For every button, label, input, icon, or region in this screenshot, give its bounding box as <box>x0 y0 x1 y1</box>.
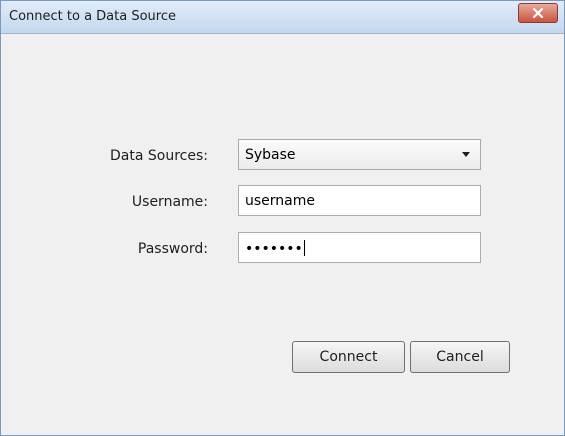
close-button[interactable] <box>518 3 558 23</box>
cancel-button[interactable]: Cancel <box>410 341 510 373</box>
username-input[interactable]: username <box>238 185 481 216</box>
password-label: Password: <box>137 241 208 257</box>
data-sources-value: Sybase <box>245 147 296 163</box>
chevron-down-icon <box>462 152 470 157</box>
password-input[interactable]: ••••••• <box>238 232 481 263</box>
connect-button[interactable]: Connect <box>292 341 405 373</box>
connect-button-label: Connect <box>319 349 378 365</box>
window-title: Connect to a Data Source <box>9 9 176 24</box>
data-sources-label: Data Sources: <box>110 148 208 164</box>
data-sources-select[interactable]: Sybase <box>238 139 481 170</box>
dialog-content: Data Sources: Sybase Username: username … <box>1 34 564 435</box>
password-value: ••••••• <box>245 241 303 257</box>
text-caret <box>303 240 305 256</box>
cancel-button-label: Cancel <box>436 349 484 365</box>
username-value: username <box>245 193 315 209</box>
title-bar: Connect to a Data Source <box>1 1 564 34</box>
dialog-window: Connect to a Data Source Data Sources: S… <box>0 0 565 436</box>
username-label: Username: <box>131 194 208 210</box>
close-icon <box>532 8 544 18</box>
